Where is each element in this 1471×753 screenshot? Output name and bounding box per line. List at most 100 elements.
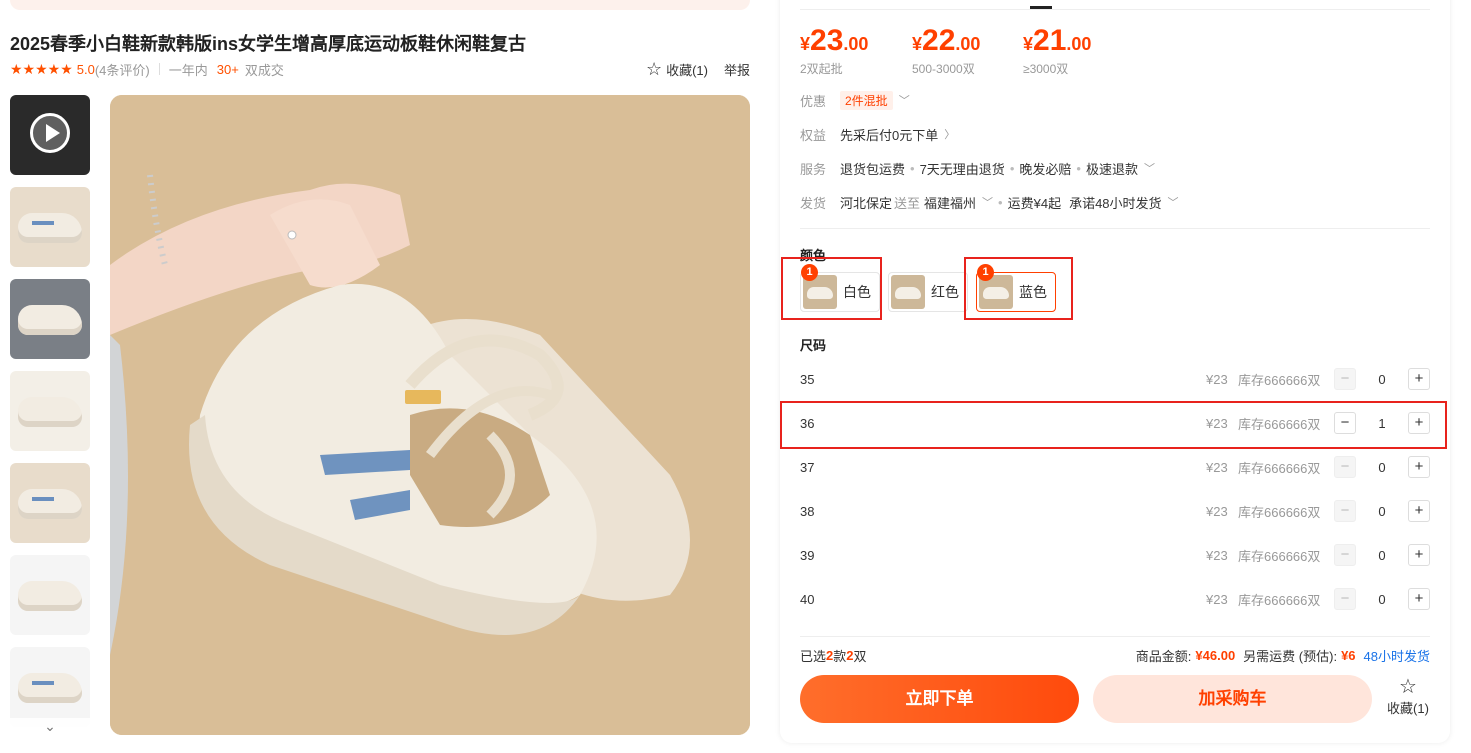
size-stock: 库存666666双 bbox=[1238, 460, 1321, 476]
ship-to-select[interactable]: 福建福州 bbox=[924, 193, 976, 212]
decrement-button[interactable]: − bbox=[1334, 456, 1356, 478]
chevron-down-icon[interactable]: ﹀ bbox=[1144, 160, 1155, 176]
thumbnail-image[interactable] bbox=[10, 279, 90, 359]
discount-label: 优惠 bbox=[800, 93, 827, 109]
increment-button[interactable]: + bbox=[1408, 588, 1430, 610]
rights-label: 权益 bbox=[800, 127, 827, 143]
favorite-button[interactable]: ☆ 收藏(1) bbox=[646, 59, 708, 80]
amount-label: 商品金额: bbox=[1135, 648, 1192, 664]
tab-divider bbox=[800, 9, 1430, 10]
service-item: 晚发必赔 bbox=[1019, 161, 1072, 177]
shoe-thumbnail-image bbox=[18, 213, 82, 243]
size-price: ¥23 bbox=[1206, 503, 1228, 519]
thumbnail-video[interactable] bbox=[10, 95, 90, 175]
tier-quantity: 2双起批 bbox=[800, 62, 843, 76]
size-stock: 库存666666双 bbox=[1238, 504, 1321, 520]
add-to-cart-button[interactable]: 加采购车 bbox=[1093, 675, 1372, 723]
shoe-thumbnail-image bbox=[18, 489, 82, 519]
star-outline-icon: ☆ bbox=[645, 58, 663, 79]
product-meta: ★★★★★ 5.0 (4条评价) 一年内 30+ 双成交 ☆ 收藏(1) 举报 bbox=[10, 58, 750, 80]
shoe-thumbnail-image bbox=[18, 397, 82, 427]
highlight-box bbox=[964, 257, 1073, 320]
shoe-thumbnail-image bbox=[18, 673, 82, 703]
quantity-input[interactable]: 0 bbox=[1356, 372, 1408, 387]
size-stock: 库存666666双 bbox=[1238, 548, 1321, 564]
quantity-input[interactable]: 0 bbox=[1356, 592, 1408, 607]
chevron-down-icon[interactable]: ⌄ bbox=[10, 718, 90, 736]
size-row: 35 ¥23 库存666666双 − 0 + bbox=[800, 357, 1430, 401]
size-value: 38 bbox=[800, 503, 815, 519]
tier-quantity: 500-3000双 bbox=[912, 62, 975, 76]
ship-label: 发货 bbox=[800, 195, 827, 211]
thumbnail-image[interactable] bbox=[10, 371, 90, 451]
quantity-input[interactable]: 0 bbox=[1356, 504, 1408, 519]
buy-now-button[interactable]: 立即下单 bbox=[800, 675, 1079, 723]
thumbnail-image[interactable] bbox=[10, 647, 90, 727]
color-option-label: 红色 bbox=[931, 284, 959, 300]
selected-pairs: 2 bbox=[846, 647, 854, 663]
shipping-value: ¥6 bbox=[1341, 647, 1356, 663]
top-banner-strip bbox=[10, 0, 750, 10]
favorite-bottom-button[interactable]: ☆ 收藏(1) bbox=[1384, 676, 1432, 720]
thumbnail-image[interactable] bbox=[10, 187, 90, 267]
chevron-down-icon[interactable]: ﹀ bbox=[899, 92, 910, 108]
quantity-input[interactable]: 0 bbox=[1356, 460, 1408, 475]
size-value: 35 bbox=[800, 371, 815, 387]
quantity-stepper: − 0 + bbox=[1334, 588, 1430, 610]
discount-tag: 2件混批 bbox=[840, 90, 893, 110]
review-count[interactable]: (4条评价) bbox=[95, 60, 150, 79]
price-tier: ¥22.00 500-3000双 bbox=[912, 24, 980, 77]
tier-price: ¥23.00 bbox=[800, 24, 868, 58]
rating-stars-icon: ★★★★★ bbox=[10, 60, 73, 77]
selected-prefix: 已选 bbox=[800, 648, 827, 664]
deals-period: 一年内 bbox=[168, 62, 208, 78]
summary-amounts: 商品金额: ¥46.00 另需运费 (预估): ¥6 48小时发货 bbox=[1136, 646, 1430, 665]
price-integer: 22 bbox=[922, 24, 956, 57]
quantity-input[interactable]: 0 bbox=[1356, 548, 1408, 563]
highlight-box bbox=[780, 401, 1447, 449]
rating-score[interactable]: 5.0 bbox=[77, 62, 95, 77]
size-section-title: 尺码 bbox=[800, 338, 827, 353]
ship-fee: 运费¥4起 bbox=[1007, 195, 1062, 211]
quantity-stepper: − 0 + bbox=[1334, 544, 1430, 566]
thumbnail-image[interactable] bbox=[10, 463, 90, 543]
rights-row[interactable]: 权益 先采后付0元下单 〉 bbox=[800, 124, 955, 144]
quantity-stepper: − 0 + bbox=[1334, 368, 1430, 390]
increment-button[interactable]: + bbox=[1408, 544, 1430, 566]
increment-button[interactable]: + bbox=[1408, 368, 1430, 390]
decrement-button[interactable]: − bbox=[1334, 500, 1356, 522]
thumbnail-image[interactable] bbox=[10, 555, 90, 635]
decrement-button[interactable]: − bbox=[1334, 588, 1356, 610]
decrement-button[interactable]: − bbox=[1334, 544, 1356, 566]
decrement-button[interactable]: − bbox=[1334, 368, 1356, 390]
size-row: 38 ¥23 库存666666双 − 0 + bbox=[800, 489, 1430, 533]
size-row: 40 ¥23 库存666666双 − 0 + bbox=[800, 577, 1430, 621]
service-label: 服务 bbox=[800, 161, 827, 177]
play-icon bbox=[30, 113, 70, 153]
price-decimal: .00 bbox=[955, 34, 981, 54]
size-value: 40 bbox=[800, 591, 815, 607]
shipping-row: 发货 河北保定 送至 福建福州 ﹀ • 运费¥4起 承诺48小时发货 ﹀ bbox=[800, 192, 1179, 212]
price-decimal: .00 bbox=[1066, 34, 1092, 54]
currency-symbol: ¥ bbox=[800, 34, 811, 54]
size-stock: 库存666666双 bbox=[1238, 372, 1321, 388]
active-tab-indicator bbox=[1030, 6, 1052, 9]
chevron-right-icon: 〉 bbox=[944, 129, 956, 141]
price-tier: ¥23.00 2双起批 bbox=[800, 24, 868, 77]
increment-button[interactable]: + bbox=[1408, 500, 1430, 522]
chevron-down-icon[interactable]: ﹀ bbox=[1168, 194, 1179, 210]
shoe-thumbnail-image bbox=[18, 581, 82, 611]
size-row: 37 ¥23 库存666666双 − 0 + bbox=[800, 445, 1430, 489]
size-value: 37 bbox=[800, 459, 815, 475]
favorite-bottom-label: 收藏(1) bbox=[1387, 701, 1429, 716]
size-row: 39 ¥23 库存666666双 − 0 + bbox=[800, 533, 1430, 577]
color-option-red[interactable]: 红色 bbox=[888, 272, 968, 312]
main-product-image[interactable] bbox=[110, 95, 750, 735]
increment-button[interactable]: + bbox=[1408, 456, 1430, 478]
favorite-label: 收藏(1) bbox=[666, 62, 708, 78]
divider bbox=[158, 63, 160, 75]
chevron-down-icon[interactable]: ﹀ bbox=[982, 194, 993, 210]
tier-price: ¥21.00 bbox=[1023, 24, 1091, 58]
separator-dot: • bbox=[998, 194, 1003, 210]
report-link[interactable]: 举报 bbox=[724, 60, 750, 79]
